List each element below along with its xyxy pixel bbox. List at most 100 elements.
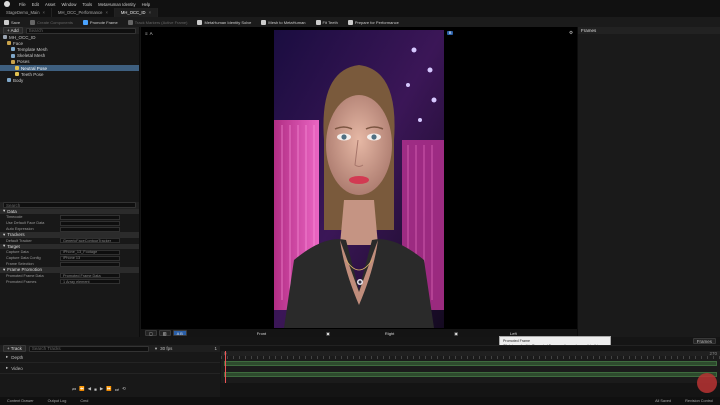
timeline-area[interactable]: 0 270 [221,351,720,383]
camera-right-label[interactable]: Right [385,331,394,336]
video-track-bar[interactable] [224,372,717,377]
document-tab[interactable]: MH_OCC_Performance × [52,8,115,17]
menu-item[interactable]: Edit [32,2,39,7]
component-icon [7,41,11,46]
chevron-right-icon[interactable]: ▸ [6,365,8,371]
property-value[interactable]: 1 Array element [60,279,120,284]
loop-icon[interactable]: ⟲ [122,386,126,392]
viewport-left-badge[interactable]: A [150,31,153,36]
property-value[interactable] [60,214,120,220]
playhead[interactable] [225,351,226,383]
status-bar-right-item[interactable]: All Saved [652,399,674,403]
step-forward-icon[interactable]: ⏩ [106,386,112,392]
property-value[interactable] [60,220,120,226]
play-icon[interactable]: ▶ [100,386,103,392]
property-value[interactable]: GenericFaceContourTracker [60,238,120,243]
tree-item-label: Template Mesh [17,46,48,52]
details-search-input[interactable]: Search [3,202,136,208]
jump-end-icon[interactable]: ⏭ [115,387,119,392]
components-tree: MH_OCC_ID Face Template Mesh Skeletal Mesh P… [0,34,139,84]
property-label: Auto Expression [6,227,34,231]
property-label: Frame Selection [6,262,34,266]
status-bar: Content Drawer Output Log Cmd All Saved Rev… [0,397,720,405]
component-icon [15,72,19,77]
add-track-button[interactable]: + Track [3,345,26,352]
menu-item[interactable]: MetaHuman Identity [98,2,135,7]
toolbar-button[interactable]: Fit Teeth [315,19,338,25]
add-component-button[interactable]: + Add [3,27,23,34]
property-label: Promoted Frames [6,279,37,284]
property-value[interactable]: Promoted Frame Data [60,273,120,278]
depth-track-bar[interactable] [224,361,717,366]
toolbar-button[interactable]: Promote Frame [82,19,118,25]
close-icon[interactable]: × [149,10,151,15]
sequencer-track[interactable]: ▸ Depth [0,352,220,363]
menu-item[interactable]: Asset [45,2,55,7]
frames-dropdown[interactable]: Frames [692,338,716,344]
status-bar-item[interactable]: Cmd [77,399,91,403]
document-tab[interactable]: MH_OCC_ID × [114,8,159,17]
wipe-view-button[interactable]: ▥ [158,330,171,336]
status-bar-right-item[interactable]: Revision Control [682,399,716,403]
document-tab[interactable]: StageDemo_Main × [0,8,52,17]
property-value[interactable] [60,261,120,267]
toolbar-button-label: Fit Teeth [322,19,338,25]
toolbar: Save Create Components Promote Frame Track … [0,17,720,27]
property-row: Auto Expression [0,226,139,232]
menu-item[interactable]: Help [142,2,151,7]
toolbar-button[interactable]: Mesh to MetaHuman [261,19,306,25]
chevron-right-icon[interactable]: ▸ [6,354,8,360]
components-search-input[interactable]: Search [25,27,136,34]
toolbar-button-label: MetaHuman Identity Solve [204,19,252,25]
fps-label[interactable]: 30 fps [160,346,172,351]
jump-start-icon[interactable]: ⏮ [72,387,76,392]
toolbar-button[interactable]: Create Components [30,19,73,25]
sequencer-track[interactable]: ▸ Video [0,363,220,374]
tree-item-label: Teeth Pose [21,71,44,77]
property-value[interactable]: iPhone_13_Footage [60,249,120,255]
components-header: + Add Search [0,27,139,34]
property-value[interactable] [60,226,120,232]
camera-right-icon[interactable]: ▣ [454,331,458,336]
toolbar-button-icon [197,19,203,25]
track-search-input[interactable]: Search Tracks [28,345,149,352]
component-icon [11,47,15,52]
menu-item[interactable]: File [19,2,26,7]
frames-header: Frames [578,27,720,34]
filter-icon[interactable]: ▾ [155,346,157,352]
ab-view-button[interactable]: A B [172,330,187,336]
property-value[interactable]: iPhone 13 [60,255,120,261]
menu-item[interactable]: Tools [82,2,92,7]
camera-front-icon[interactable]: ▣ [326,331,330,336]
status-bar-item[interactable]: Content Drawer [4,399,37,403]
component-icon [3,35,7,40]
camera-front-label[interactable]: Front [257,331,266,336]
close-icon[interactable]: × [105,10,107,15]
frames-panel: Frames [577,27,720,337]
toolbar-button[interactable]: Prepare for Performance [347,19,399,25]
status-bar-item[interactable]: Output Log [45,399,70,403]
frames-title: Frames [581,28,597,33]
components-and-details-panel: + Add Search MH_OCC_ID Face Template Mesh S… [0,27,140,337]
toolbar-button[interactable]: Track Markers (Active Frame) [127,19,187,25]
viewport-settings-icon[interactable]: ⚙ [569,30,573,36]
toolbar-button[interactable]: Save [4,19,20,25]
toolbar-button[interactable]: MetaHuman Identity Solve [197,19,252,25]
single-view-button[interactable]: ▢ [145,330,157,336]
timeline-label-area: Frames [660,338,716,344]
frame-value[interactable]: 1 [214,346,217,351]
tree-item-label: Face [13,40,24,46]
component-icon [15,66,19,71]
viewport-menu-icon[interactable]: ≡ [145,31,148,36]
track-label: Video [11,365,23,371]
property-row: Promoted Frames 1 Array element [0,279,139,285]
details-header: Search [0,201,139,209]
camera-left-label[interactable]: Left [510,331,517,336]
stop-icon[interactable]: ■ [94,387,97,392]
play-back-icon[interactable]: ◀ [88,386,91,392]
ab-toggle-badge[interactable]: B [446,31,454,35]
step-back-icon[interactable]: ⏪ [79,386,85,392]
menu-item[interactable]: Window [61,2,76,7]
close-icon[interactable]: × [43,10,45,15]
view-mode-buttons: ▢ ▥ A B [145,330,187,336]
